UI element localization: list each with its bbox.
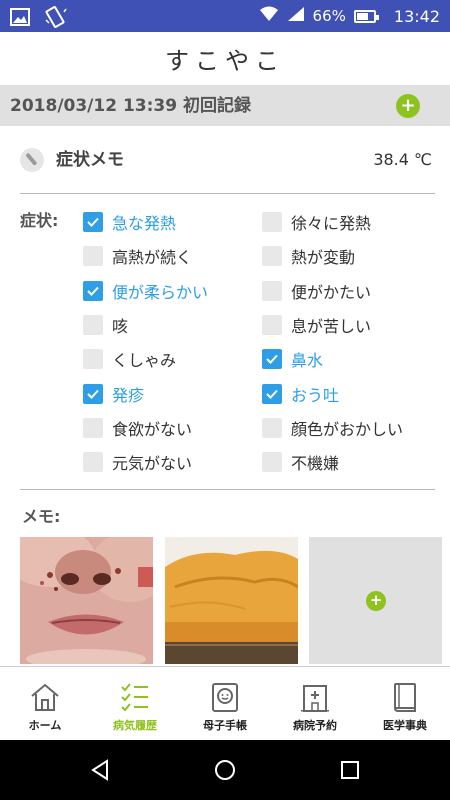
symptom-option[interactable]: 元気がない xyxy=(83,450,192,474)
nav-item-mother-child-handbook[interactable]: 母子手帳 xyxy=(180,667,270,741)
symptom-label: 発疹 xyxy=(112,385,145,405)
home-circle-icon[interactable] xyxy=(213,758,237,786)
record-date-title: 2018/03/12 13:39 初回記録 xyxy=(10,96,251,116)
battery-percent: 66% xyxy=(312,7,346,25)
check-icon xyxy=(266,389,278,399)
symptom-option[interactable]: くしゃみ xyxy=(83,347,176,371)
symptom-label: 鼻水 xyxy=(291,351,324,371)
divider xyxy=(20,193,435,194)
recents-icon[interactable] xyxy=(338,758,362,786)
checkbox-unchecked[interactable] xyxy=(83,452,103,473)
checkbox-checked[interactable] xyxy=(83,212,103,232)
symptom-label: 不機嫌 xyxy=(291,454,340,474)
check-icon xyxy=(87,286,99,296)
photo-thumbnail-stool[interactable] xyxy=(165,537,298,664)
add-photo-button[interactable]: + xyxy=(366,591,386,611)
nav-label: 母子手帳 xyxy=(203,719,247,732)
nav-label: 医学事典 xyxy=(383,719,427,732)
photo-thumbnail-face-rash[interactable] xyxy=(20,537,153,664)
checkbox-unchecked[interactable] xyxy=(262,212,282,232)
symptom-label: くしゃみ xyxy=(112,351,177,371)
symptom-label: 便がかたい xyxy=(291,282,372,302)
symptom-memo-row: 症状メモ 38.4 ℃ xyxy=(20,140,432,180)
record-date-bar: 2018/03/12 13:39 初回記録 + xyxy=(0,86,450,126)
symptom-label: 咳 xyxy=(112,316,129,336)
nav-item-medical-dictionary[interactable]: 医学事典 xyxy=(360,667,450,741)
checkbox-unchecked[interactable] xyxy=(83,314,103,335)
clock: 13:42 xyxy=(393,6,440,26)
checklist-icon xyxy=(119,681,151,713)
checkbox-unchecked[interactable] xyxy=(83,349,103,370)
check-icon xyxy=(87,217,99,227)
symptom-option[interactable]: 食欲がない xyxy=(83,416,192,440)
check-icon xyxy=(87,389,99,399)
symptom-label: 顔色がおかしい xyxy=(291,419,404,439)
checkbox-checked[interactable] xyxy=(262,349,282,370)
symptom-option[interactable]: 徐々に発熱 xyxy=(262,210,371,234)
app-title: すこやこ xyxy=(165,47,285,75)
hospital-icon xyxy=(299,681,331,713)
symptom-label: 熱が変動 xyxy=(291,248,356,268)
symptom-label: 食欲がない xyxy=(112,419,193,439)
checkbox-unchecked[interactable] xyxy=(262,417,282,438)
symptom-label: 元気がない xyxy=(112,454,193,474)
symptom-label: 高熱が続く xyxy=(112,248,193,268)
symptom-label: 徐々に発熱 xyxy=(291,214,372,233)
temperature-value[interactable]: 38.4 ℃ xyxy=(373,140,432,180)
screen-rotate-icon xyxy=(44,6,68,32)
checkbox-checked[interactable] xyxy=(83,383,103,404)
baby-book-icon xyxy=(209,681,241,713)
symptom-option[interactable]: 発疹 xyxy=(83,382,144,406)
home-icon xyxy=(29,681,61,713)
symptom-memo-label: 症状メモ xyxy=(56,150,124,170)
symptom-option[interactable]: 息が苦しい xyxy=(262,313,371,337)
battery-icon xyxy=(353,9,379,23)
nav-item-illness-history[interactable]: 病気履歴 xyxy=(90,667,180,741)
back-icon[interactable] xyxy=(88,758,112,786)
app-header: すこやこ xyxy=(0,32,450,86)
checkbox-unchecked[interactable] xyxy=(262,246,282,267)
checkbox-unchecked[interactable] xyxy=(83,246,103,267)
symptom-option[interactable]: 咳 xyxy=(83,313,128,337)
symptom-label: 息が苦しい xyxy=(291,316,372,336)
system-navigation-bar xyxy=(0,740,450,800)
nav-label: 病気履歴 xyxy=(113,719,157,732)
symptom-option[interactable]: 便が柔らかい xyxy=(83,279,208,303)
divider xyxy=(20,489,435,490)
checkbox-unchecked[interactable] xyxy=(262,314,282,335)
nav-label: ホーム xyxy=(28,719,62,732)
nav-item-hospital-booking[interactable]: 病院予約 xyxy=(270,667,360,741)
checkbox-unchecked[interactable] xyxy=(83,417,103,438)
checkbox-unchecked[interactable] xyxy=(262,280,282,301)
check-icon xyxy=(266,355,278,365)
symptom-option[interactable]: おう吐 xyxy=(262,382,339,406)
symptoms-title: 症状: xyxy=(20,211,59,230)
checkbox-checked[interactable] xyxy=(83,280,103,301)
checkbox-checked[interactable] xyxy=(262,383,282,404)
add-record-button[interactable]: + xyxy=(396,94,420,118)
thermometer-icon xyxy=(20,148,44,172)
symptom-option[interactable]: 熱が変動 xyxy=(262,244,355,268)
symptom-option[interactable]: 高熱が続く xyxy=(83,244,192,268)
symptom-option[interactable]: 不機嫌 xyxy=(262,450,339,474)
nav-item-home[interactable]: ホーム xyxy=(0,667,90,741)
status-bar: 66% 13:42 xyxy=(0,0,450,32)
checkbox-unchecked[interactable] xyxy=(262,452,282,473)
symptom-option[interactable]: 鼻水 xyxy=(262,347,323,371)
nav-label: 病院予約 xyxy=(293,719,337,732)
add-photo-tile[interactable]: + xyxy=(309,537,442,664)
wifi-icon xyxy=(259,6,279,26)
symptom-label: 急な発熱 xyxy=(112,214,177,233)
signal-icon xyxy=(287,6,305,26)
symptom-option[interactable]: 顔色がおかしい xyxy=(262,416,403,440)
gallery-icon xyxy=(10,8,30,30)
symptom-option[interactable]: 便がかたい xyxy=(262,279,371,303)
symptom-option[interactable]: 急な発熱 xyxy=(83,210,176,234)
memo-label: メモ: xyxy=(22,507,61,526)
bottom-navigation: ホーム 病気履歴 母子手帳 病院予約 医学事典 xyxy=(0,666,450,740)
symptom-label: 便が柔らかい xyxy=(112,282,209,302)
book-icon xyxy=(389,681,421,713)
symptom-label: おう吐 xyxy=(291,385,340,405)
